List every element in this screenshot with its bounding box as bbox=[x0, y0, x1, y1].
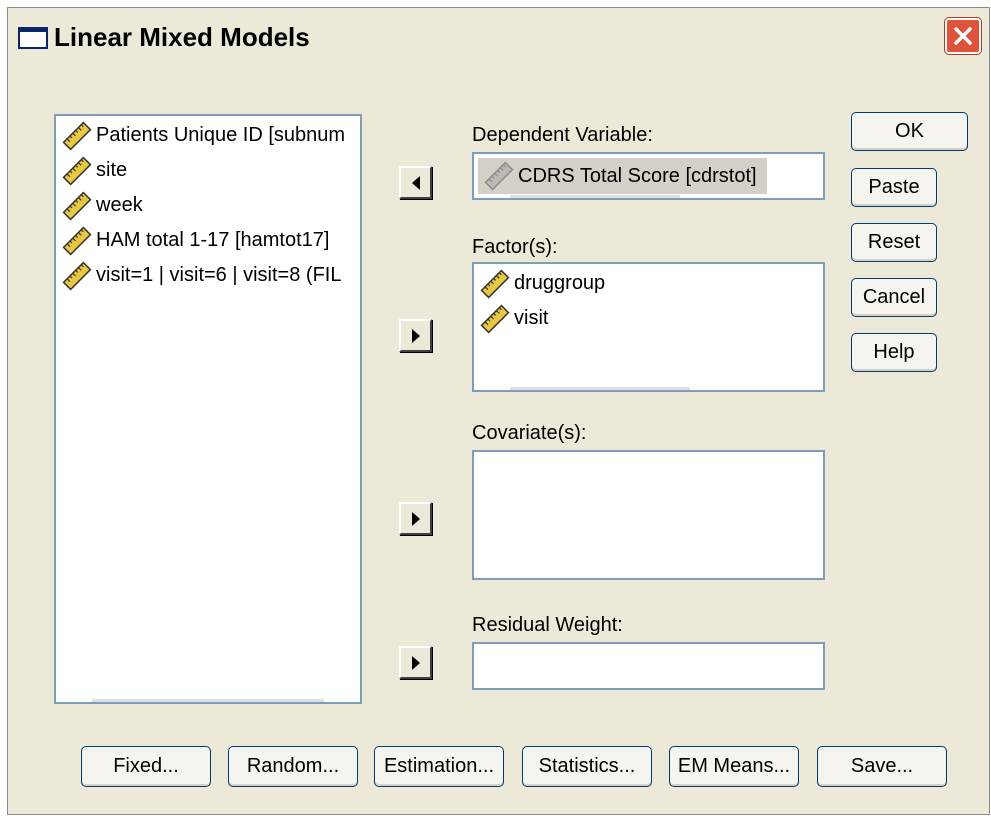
paste-button[interactable]: Paste bbox=[851, 168, 937, 207]
list-item[interactable]: Patients Unique ID [subnum bbox=[56, 118, 360, 153]
random-button[interactable]: Random... bbox=[228, 746, 358, 787]
scale-variable-icon bbox=[480, 304, 510, 333]
window-icon bbox=[18, 27, 48, 49]
close-button[interactable] bbox=[945, 18, 981, 54]
help-button[interactable]: Help bbox=[851, 333, 937, 372]
dependent-variable-label: Dependent Variable: bbox=[472, 124, 653, 146]
residual-weight-label: Residual Weight: bbox=[472, 614, 623, 636]
scale-variable-icon bbox=[62, 121, 92, 150]
right-arrow-icon bbox=[412, 656, 420, 670]
reset-button[interactable]: Reset bbox=[851, 223, 937, 262]
statistics-button[interactable]: Statistics... bbox=[522, 746, 652, 787]
close-icon bbox=[954, 27, 972, 45]
covariates-list[interactable] bbox=[472, 450, 825, 580]
list-item[interactable]: druggroup bbox=[474, 266, 823, 301]
factors-list[interactable]: druggroup visit bbox=[472, 262, 825, 392]
horizontal-scroll-track[interactable] bbox=[510, 387, 690, 390]
list-item[interactable]: site bbox=[56, 153, 360, 188]
fixed-button[interactable]: Fixed... bbox=[81, 746, 211, 787]
list-item[interactable]: visit bbox=[474, 301, 823, 336]
scale-variable-icon bbox=[480, 269, 510, 298]
list-item-label: visit=1 | visit=6 | visit=8 (FIL bbox=[96, 264, 342, 286]
right-arrow-icon bbox=[412, 329, 420, 343]
move-factor-button[interactable] bbox=[399, 319, 432, 352]
list-item[interactable]: HAM total 1-17 [hamtot17] bbox=[56, 223, 360, 258]
list-item[interactable]: visit=1 | visit=6 | visit=8 (FIL bbox=[56, 258, 360, 293]
cancel-button[interactable]: Cancel bbox=[851, 278, 937, 317]
list-item-label: site bbox=[96, 159, 128, 181]
save-button[interactable]: Save... bbox=[817, 746, 947, 787]
horizontal-scroll-track[interactable] bbox=[92, 699, 324, 702]
move-dependent-button[interactable] bbox=[399, 166, 432, 199]
dependent-variable-field[interactable]: CDRS Total Score [cdrstot] bbox=[472, 152, 825, 200]
list-item-label: week bbox=[96, 194, 143, 216]
factors-label: Factor(s): bbox=[472, 236, 558, 258]
list-item[interactable]: week bbox=[56, 188, 360, 223]
estimation-button[interactable]: Estimation... bbox=[374, 746, 504, 787]
move-residual-weight-button[interactable] bbox=[399, 646, 432, 679]
list-item-label: HAM total 1-17 [hamtot17] bbox=[96, 229, 330, 251]
list-item-label: druggroup bbox=[514, 272, 606, 294]
source-variable-list[interactable]: Patients Unique ID [subnum site week HAM… bbox=[54, 114, 362, 704]
em-means-button[interactable]: EM Means... bbox=[669, 746, 799, 787]
dependent-variable-value: CDRS Total Score [cdrstot] bbox=[518, 164, 757, 187]
list-item-label: Patients Unique ID [subnum bbox=[96, 124, 346, 146]
horizontal-scroll-track[interactable] bbox=[510, 195, 680, 198]
dialog-body: Patients Unique ID [subnum site week HAM… bbox=[11, 66, 986, 811]
linear-mixed-models-dialog: Linear Mixed Models Patients Unique ID [… bbox=[7, 7, 990, 815]
covariates-label: Covariate(s): bbox=[472, 422, 587, 444]
scale-variable-icon bbox=[62, 191, 92, 220]
title-bar[interactable]: Linear Mixed Models bbox=[8, 8, 989, 66]
residual-weight-field[interactable] bbox=[472, 642, 825, 690]
ok-button[interactable]: OK bbox=[851, 112, 968, 151]
scale-variable-icon bbox=[62, 156, 92, 185]
scale-variable-icon bbox=[62, 226, 92, 255]
move-covariate-button[interactable] bbox=[399, 502, 432, 535]
scale-variable-icon bbox=[484, 161, 514, 191]
window-title: Linear Mixed Models bbox=[54, 22, 310, 52]
dependent-variable-item[interactable]: CDRS Total Score [cdrstot] bbox=[478, 158, 767, 194]
right-arrow-icon bbox=[412, 512, 420, 526]
left-arrow-icon bbox=[412, 176, 420, 190]
list-item-label: visit bbox=[514, 307, 549, 329]
scale-variable-icon bbox=[62, 261, 92, 290]
